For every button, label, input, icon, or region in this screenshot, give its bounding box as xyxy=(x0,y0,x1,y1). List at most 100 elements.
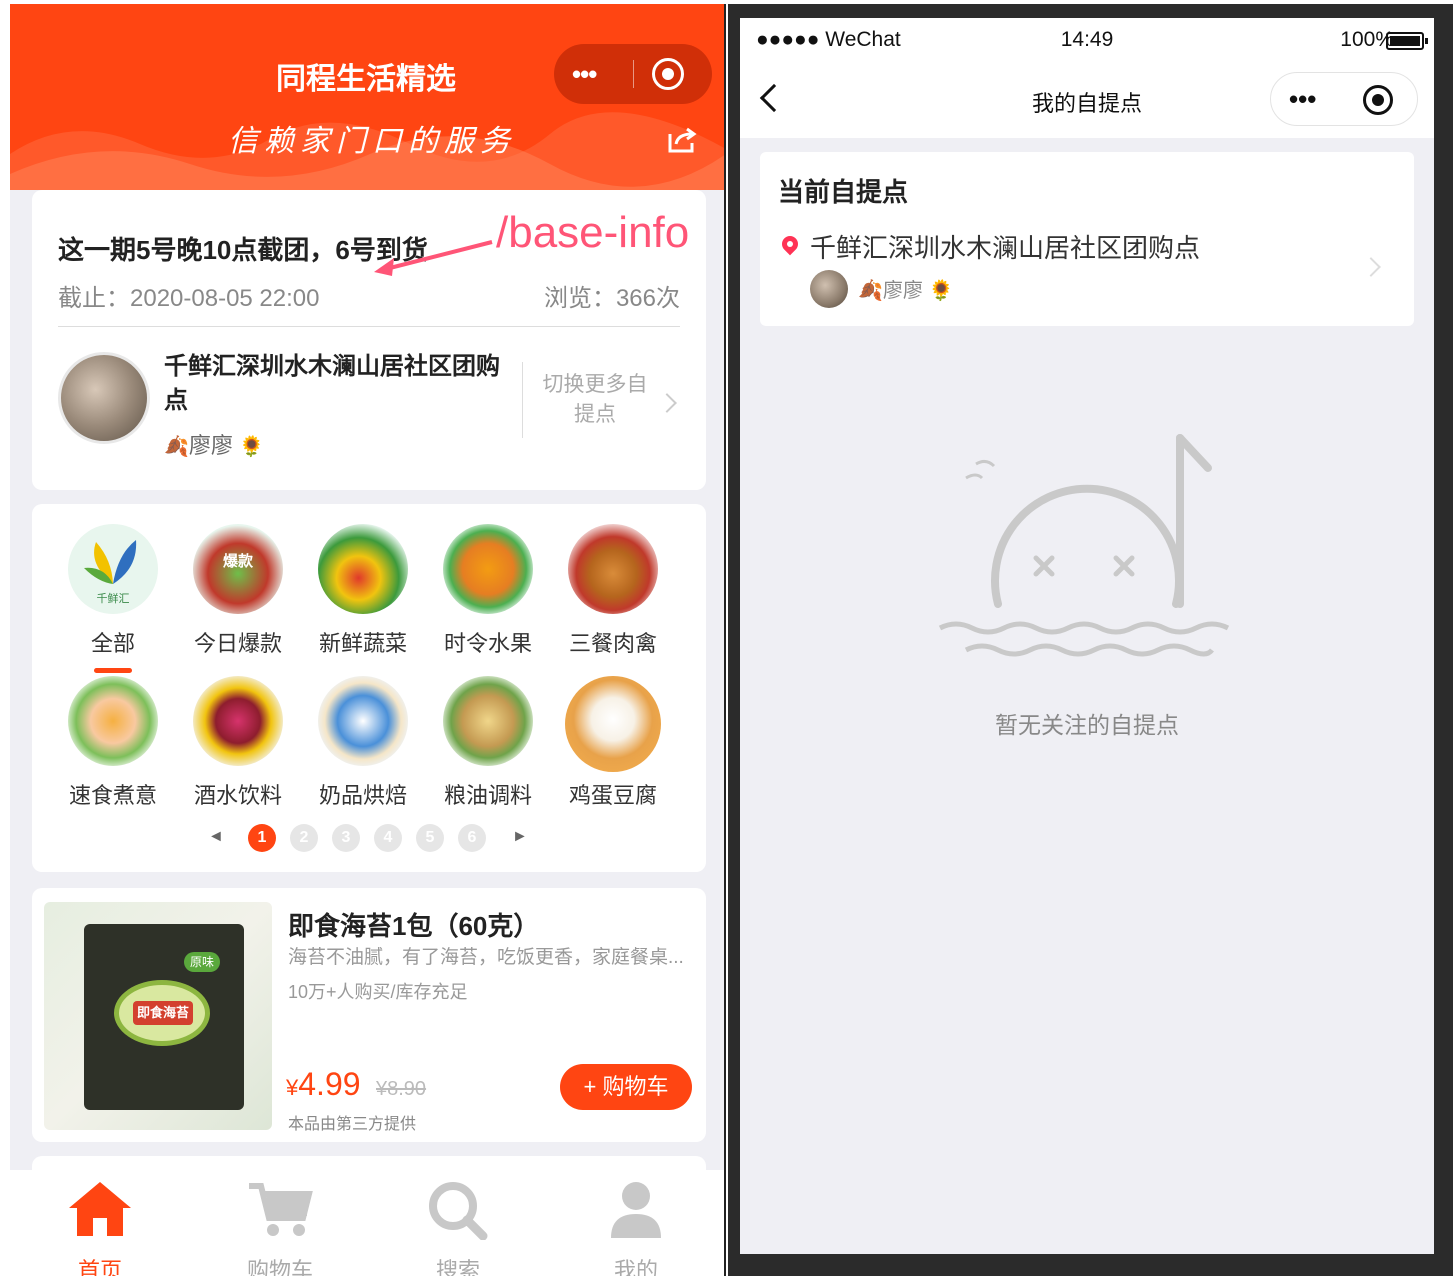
product-price: ¥4.99 xyxy=(286,1066,361,1103)
leader-avatar xyxy=(810,270,848,308)
drinks-icon xyxy=(193,676,283,766)
vertical-divider xyxy=(522,362,523,438)
close-miniprogram-button[interactable] xyxy=(652,58,684,90)
category-label: 速食煮意 xyxy=(68,783,157,808)
tab-home[interactable]: 首页 xyxy=(40,1178,160,1276)
status-time: 14:49 xyxy=(1060,28,1114,51)
hot-deal-icon: 爆款 xyxy=(193,524,283,614)
third-party-note: 本品由第三方提供 xyxy=(288,1116,417,1133)
product-title: 即食海苔1包（60克） xyxy=(288,911,540,941)
product-description: 海苔不油腻，有了海苔，吃饭更香，家庭餐桌... xyxy=(288,947,684,968)
category-egg-tofu[interactable]: 鸡蛋豆腐 xyxy=(558,676,668,810)
product-sales: 10万+人购买/库存充足 xyxy=(288,982,468,1002)
dairy-bakery-icon xyxy=(318,676,408,766)
category-label: 酒水饮料 xyxy=(193,783,282,808)
vegetables-icon xyxy=(318,524,408,614)
cart-icon xyxy=(249,1183,313,1236)
pager-page-1[interactable]: 1 xyxy=(248,824,276,852)
status-bar: ●●●●● WeChat 14:49 100% xyxy=(740,18,1434,62)
pager-page-6[interactable]: 6 xyxy=(458,824,486,852)
add-to-cart-button[interactable]: + 购物车 xyxy=(560,1064,692,1110)
price-symbol: ¥ xyxy=(286,1075,299,1100)
empty-state-text: 暂无关注的自提点 xyxy=(995,712,1179,738)
svg-text:千鲜汇: 千鲜汇 xyxy=(97,591,130,605)
pager-next-button[interactable]: ► xyxy=(512,828,528,846)
meat-icon xyxy=(568,524,658,614)
category-vegetables[interactable]: 新鲜蔬菜 xyxy=(308,524,418,658)
fruits-icon xyxy=(443,524,533,614)
fast-food-icon xyxy=(68,676,158,766)
pager-page-5[interactable]: 5 xyxy=(416,824,444,852)
category-hot[interactable]: 爆款 今日爆款 xyxy=(183,524,293,658)
package-flavor-badge: 原味 xyxy=(184,952,220,972)
leader-name-row: 🍂廖廖 🌻 xyxy=(858,274,953,303)
divider xyxy=(58,326,680,327)
sunflower-emoji-icon: 🌻 xyxy=(928,280,954,302)
search-icon xyxy=(429,1182,488,1241)
category-label: 今日爆款 xyxy=(193,631,282,656)
battery-icon xyxy=(1386,32,1428,50)
category-all[interactable]: 千鲜汇 全部 xyxy=(58,524,168,673)
category-fast-food[interactable]: 速食煮意 xyxy=(58,676,168,810)
original-price: ¥8.90 xyxy=(376,1078,427,1100)
category-grid: 千鲜汇 全部 爆款 今日爆款 新鲜蔬菜 时令水果 三餐肉禽 速食煮意 酒水饮料 … xyxy=(32,504,706,872)
tab-search[interactable]: 搜索 xyxy=(398,1178,518,1276)
nav-bar: 我的自提点 ••• xyxy=(740,62,1434,138)
pickup-point-screen: ●●●●● WeChat 14:49 100% 我的自提点 ••• 当前自提点 … xyxy=(740,18,1434,1254)
leader-name-row: 🍂廖廖 🌻 xyxy=(164,428,264,460)
current-station-name: 千鲜汇深圳水木澜山居社区团购点 xyxy=(810,233,1201,263)
close-miniprogram-button[interactable] xyxy=(1363,85,1393,115)
category-label: 奶品烘焙 xyxy=(318,783,407,808)
category-label: 时令水果 xyxy=(443,631,532,656)
switch-station-button[interactable]: 切换更多自提点 xyxy=(540,370,650,430)
package-label-text: 即食海苔 xyxy=(133,1001,193,1025)
package-label-badge: 即食海苔 xyxy=(114,980,210,1046)
header-slogan: 信赖家门口的服务 xyxy=(228,124,516,159)
current-pickup-card[interactable]: 当前自提点 千鲜汇深圳水木澜山居社区团购点 🍂廖廖 🌻 xyxy=(760,152,1414,326)
station-name: 千鲜汇深圳水木澜山居社区团购点 xyxy=(164,353,500,414)
tab-label: 搜索 xyxy=(435,1258,480,1276)
leader-name: 廖廖 xyxy=(188,433,233,458)
tab-cart[interactable]: 购物车 xyxy=(220,1178,340,1276)
deadline-text: 截止：2020-08-05 22:00 xyxy=(58,285,320,312)
sunflower-emoji-icon: 🌻 xyxy=(239,436,264,458)
leader-name: 廖廖 xyxy=(882,280,923,302)
miniprogram-capsule: ••• xyxy=(1270,72,1418,126)
category-meat[interactable]: 三餐肉禽 xyxy=(558,524,668,658)
capsule-divider xyxy=(633,60,634,88)
location-pin-icon xyxy=(778,232,802,256)
leader-avatar xyxy=(58,352,150,444)
tab-label: 购物车 xyxy=(246,1258,313,1276)
annotation-arrow xyxy=(374,240,493,276)
more-menu-button[interactable]: ••• xyxy=(1289,86,1316,112)
category-dairy[interactable]: 奶品烘焙 xyxy=(308,676,418,810)
miniprogram-capsule: ••• xyxy=(554,44,712,104)
current-pickup-heading: 当前自提点 xyxy=(778,177,909,207)
chevron-right-icon xyxy=(1361,257,1381,277)
category-label: 粮油调料 xyxy=(443,783,532,808)
active-indicator xyxy=(94,668,132,673)
tab-label: 我的 xyxy=(613,1258,658,1276)
product-card[interactable]: 原味 即食海苔 即食海苔1包（60克） 海苔不油腻，有了海苔，吃饭更香，家庭餐桌… xyxy=(32,888,706,1142)
pager-page-4[interactable]: 4 xyxy=(374,824,402,852)
profile-icon xyxy=(611,1182,661,1238)
qianxianhui-logo-icon: 千鲜汇 xyxy=(68,524,158,614)
category-drinks[interactable]: 酒水饮料 xyxy=(183,676,293,810)
pager-page-3[interactable]: 3 xyxy=(332,824,360,852)
product-image[interactable]: 原味 即食海苔 xyxy=(44,902,272,1130)
category-label: 鸡蛋豆腐 xyxy=(568,783,657,808)
leaf-emoji-icon: 🍂 xyxy=(858,280,883,302)
category-label: 新鲜蔬菜 xyxy=(318,631,407,656)
pickup-point-screen-frame: ●●●●● WeChat 14:49 100% 我的自提点 ••• 当前自提点 … xyxy=(728,4,1453,1276)
price-value: 4.99 xyxy=(298,1066,361,1102)
share-icon[interactable] xyxy=(666,126,698,154)
category-label: 三餐肉禽 xyxy=(568,631,657,656)
tab-label: 首页 xyxy=(77,1258,122,1276)
pager-prev-button[interactable]: ◄ xyxy=(208,828,224,846)
category-grain-oil[interactable]: 粮油调料 xyxy=(433,676,543,810)
empty-state-illustration xyxy=(938,434,1230,657)
pager-page-2[interactable]: 2 xyxy=(290,824,318,852)
more-menu-button[interactable]: ••• xyxy=(572,61,612,87)
category-fruits[interactable]: 时令水果 xyxy=(433,524,543,658)
tab-profile[interactable]: 我的 xyxy=(576,1178,696,1276)
